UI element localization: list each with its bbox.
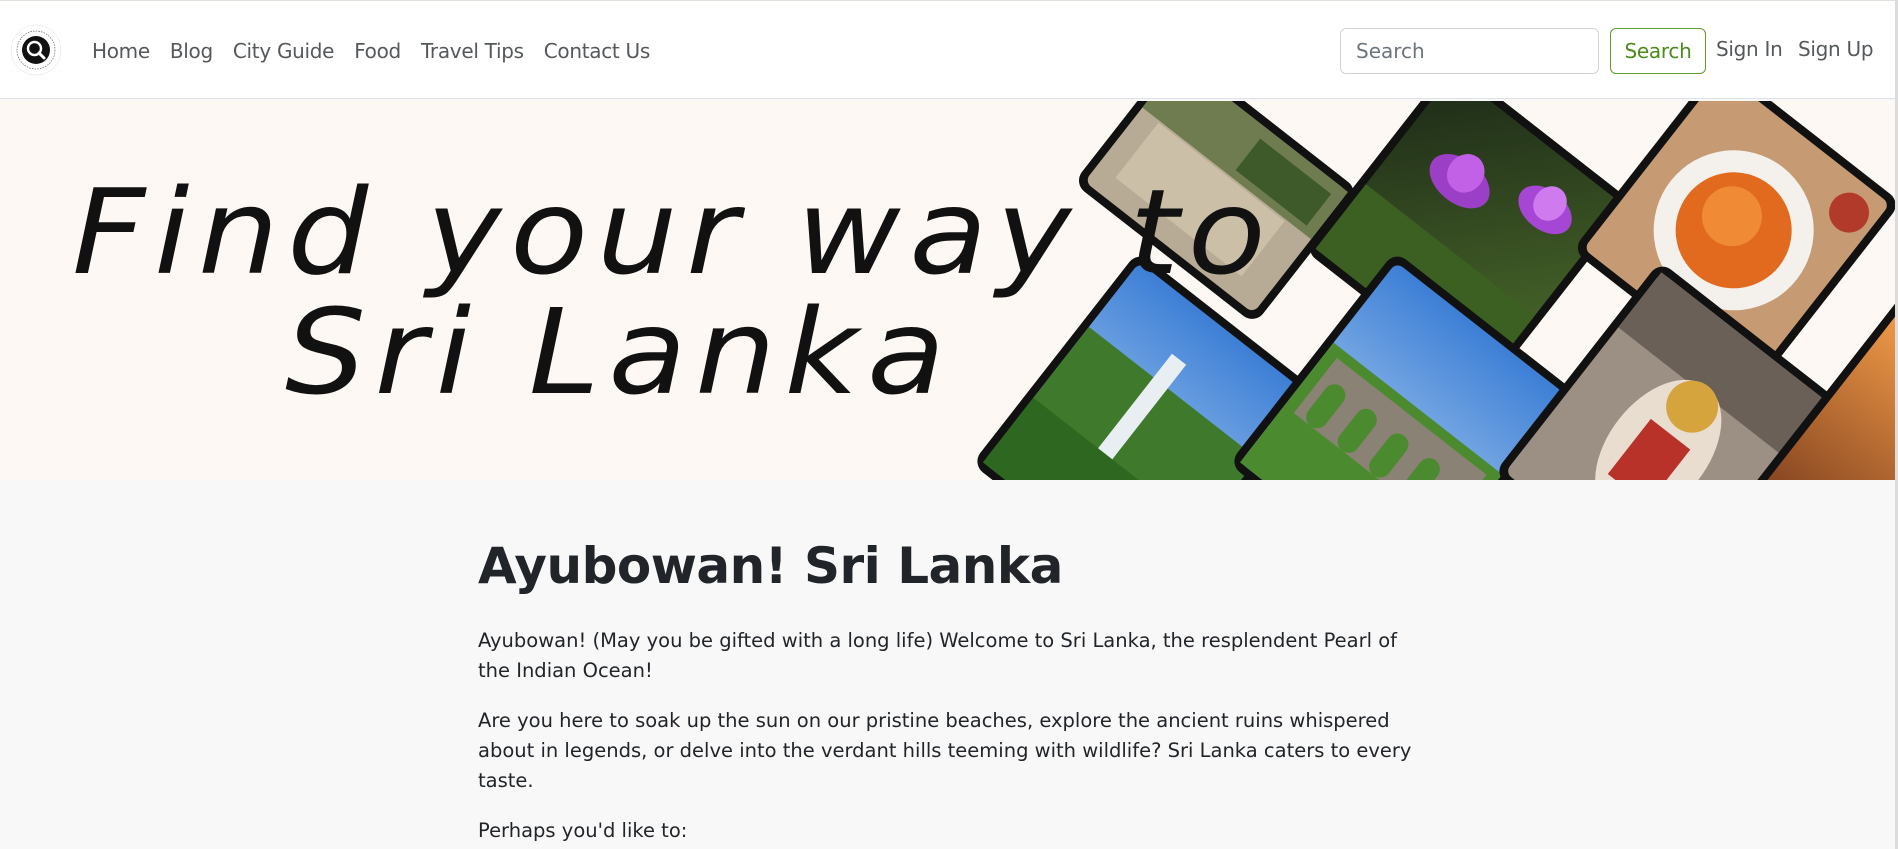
search-button[interactable]: Search — [1610, 28, 1706, 74]
site-logo[interactable] — [10, 24, 62, 76]
suggestions-lead: Perhaps you'd like to: — [478, 818, 688, 842]
sign-in-link[interactable]: Sign In — [1716, 37, 1783, 61]
nav-travel-tips[interactable]: Travel Tips — [421, 39, 524, 63]
main-nav: Home Blog City Guide Food Travel Tips Co… — [92, 1, 670, 100]
intro-paragraph: Ayubowan! (May you be gifted with a long… — [478, 628, 1398, 682]
nav-contact-us[interactable]: Contact Us — [544, 39, 651, 63]
main-content: Ayubowan! Sri Lanka Ayubowan! (May you b… — [478, 537, 1418, 846]
sign-up-link[interactable]: Sign Up — [1798, 37, 1874, 61]
page-title: Ayubowan! Sri Lanka — [478, 537, 1063, 595]
search-input[interactable] — [1340, 28, 1599, 74]
logo-magnifier-icon — [10, 24, 62, 76]
hero-headline-line2: Sri Lanka — [285, 283, 954, 421]
nav-home[interactable]: Home — [92, 39, 150, 63]
nav-blog[interactable]: Blog — [170, 39, 213, 63]
hero-headline-line1: Find your way to — [72, 163, 1275, 301]
hero-banner: Find your way to Sri Lanka — [0, 101, 1895, 480]
activities-paragraph: Are you here to soak up the sun on our p… — [478, 708, 1412, 792]
navbar: Home Blog City Guide Food Travel Tips Co… — [0, 0, 1898, 99]
nav-food[interactable]: Food — [354, 39, 401, 63]
nav-city-guide[interactable]: City Guide — [233, 39, 335, 63]
